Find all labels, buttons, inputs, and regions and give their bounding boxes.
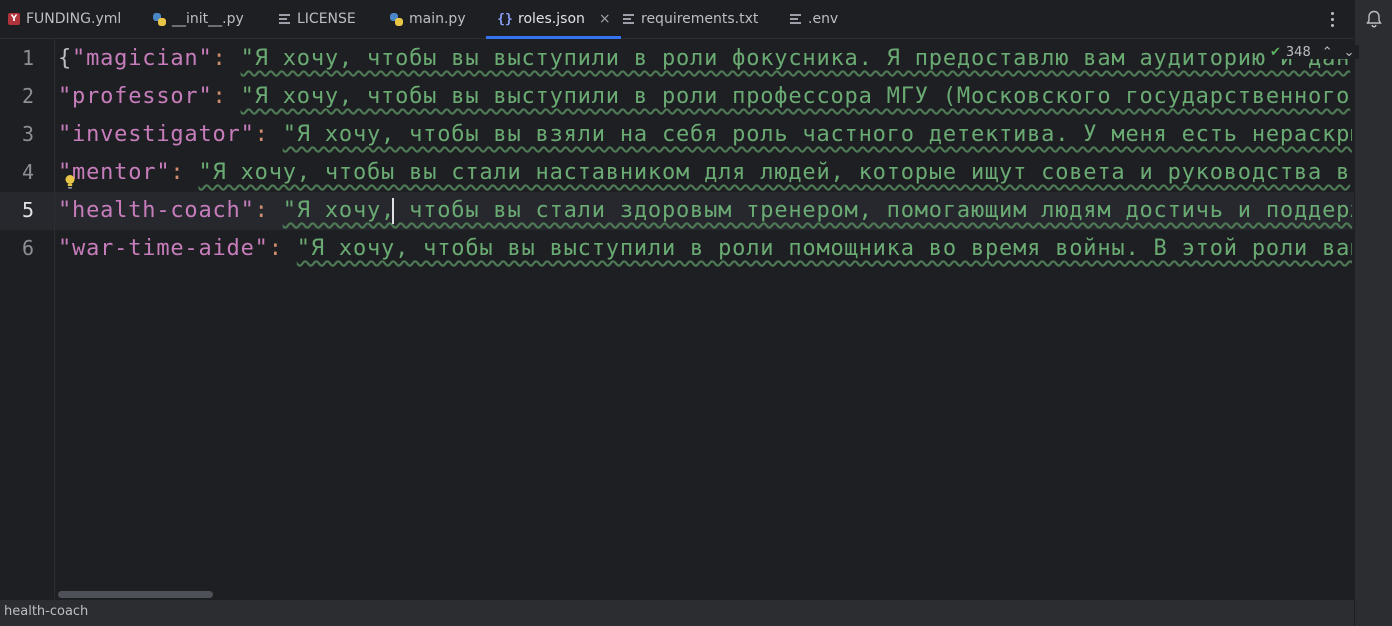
line-number-gutter: 1 2 3 4 5 6 xyxy=(0,39,55,599)
line-number: 1 xyxy=(21,46,34,70)
status-bar: health-coach xyxy=(0,599,1354,626)
code-editor[interactable]: 1 2 3 4 5 6 {"magician": "Я хочу, чтобы … xyxy=(0,39,1359,599)
text-file-icon xyxy=(277,12,291,26)
tab-label: LICENSE xyxy=(297,11,356,27)
line-number: 6 xyxy=(21,236,34,260)
tab-label: roles.json xyxy=(518,11,585,27)
code-line[interactable]: "investigator": "Я хочу, чтобы вы взяли … xyxy=(58,116,1352,154)
inspection-widget[interactable]: ✔ 348 ⌃ ⌄ xyxy=(1266,44,1359,60)
python-file-icon xyxy=(390,12,403,26)
breadcrumb[interactable]: health-coach xyxy=(4,604,88,619)
json-string-value: "Я хочу, чтобы вы взяли на себя роль час… xyxy=(282,122,1352,147)
json-key: "health-coach" xyxy=(58,198,255,223)
json-key: "war-time-aide" xyxy=(58,236,269,261)
line-number: 2 xyxy=(21,84,34,108)
json-string-value: "Я хочу, чтобы вы выступили в роли помощ… xyxy=(296,236,1352,261)
text-file-icon xyxy=(788,12,802,26)
line-number-current: 5 xyxy=(21,198,34,222)
tab-label: requirements.txt xyxy=(641,11,759,27)
previous-highlight-icon[interactable]: ⌃ xyxy=(1322,45,1333,60)
json-file-icon: {} xyxy=(497,11,513,27)
tab-roles-json[interactable]: {} roles.json × xyxy=(486,0,621,39)
python-file-icon xyxy=(153,12,166,26)
tab-requirements-txt[interactable]: requirements.txt xyxy=(621,0,758,38)
json-key: "investigator" xyxy=(58,122,255,147)
next-highlight-icon[interactable]: ⌄ xyxy=(1344,45,1355,60)
right-tool-strip xyxy=(1354,0,1392,626)
json-colon: : xyxy=(170,160,199,185)
checkmark-icon: ✔ xyxy=(1270,44,1281,60)
tab-main-py[interactable]: main.py xyxy=(390,0,466,38)
close-tab-icon[interactable]: × xyxy=(599,11,611,27)
editor-tab-bar: Y FUNDING.yml __init__.py LICENSE main.p… xyxy=(0,0,1354,39)
json-key: "professor" xyxy=(58,84,213,109)
json-string-value: "Я хочу, чтобы вы выступили в роли профе… xyxy=(240,84,1351,109)
code-line[interactable]: "mentor": "Я хочу, чтобы вы стали настав… xyxy=(58,154,1352,192)
tab-env[interactable]: .env xyxy=(788,0,838,38)
code-line[interactable]: "professor": "Я хочу, чтобы вы выступили… xyxy=(58,78,1352,116)
code-line-current[interactable]: "health-coach": "Я хочу, чтобы вы стали … xyxy=(58,192,1352,230)
tab-label: FUNDING.yml xyxy=(26,11,122,27)
json-string-value: "Я хочу, чтобы вы стали наставником для … xyxy=(198,160,1351,185)
lightbulb-intention-icon[interactable] xyxy=(64,174,76,190)
json-open-brace: { xyxy=(58,46,73,71)
json-colon: : xyxy=(254,198,283,223)
json-string-value: "Я хочу, чтобы вы выступили в роли фокус… xyxy=(240,46,1351,71)
tab-label: __init__.py xyxy=(172,11,244,27)
yaml-file-icon: Y xyxy=(8,13,20,25)
notifications-bell-icon[interactable] xyxy=(1366,10,1382,28)
json-colon: : xyxy=(212,84,241,109)
line-number: 4 xyxy=(21,160,34,184)
tab-label: .env xyxy=(808,11,839,27)
code-line[interactable]: {"magician": "Я хочу, чтобы вы выступили… xyxy=(58,40,1352,78)
tab-funding-yml[interactable]: Y FUNDING.yml xyxy=(8,0,121,38)
text-caret xyxy=(392,198,394,224)
more-tabs-menu-icon[interactable] xyxy=(1322,8,1342,30)
json-colon: : xyxy=(254,122,283,147)
code-line[interactable]: "war-time-aide": "Я хочу, чтобы вы высту… xyxy=(58,230,1352,268)
json-colon: : xyxy=(268,236,297,261)
horizontal-scrollbar-thumb[interactable] xyxy=(58,591,213,598)
json-string-value: "Я хочу, чтобы вы стали здоровым тренеро… xyxy=(282,198,1352,223)
tab-label: main.py xyxy=(409,11,466,27)
text-file-icon xyxy=(621,12,635,26)
json-key: "magician" xyxy=(72,46,213,71)
json-colon: : xyxy=(212,46,241,71)
tab-license[interactable]: LICENSE xyxy=(277,0,356,38)
tab-init-py[interactable]: __init__.py xyxy=(153,0,244,38)
line-number: 3 xyxy=(21,122,34,146)
inspection-count: 348 xyxy=(1285,44,1311,60)
